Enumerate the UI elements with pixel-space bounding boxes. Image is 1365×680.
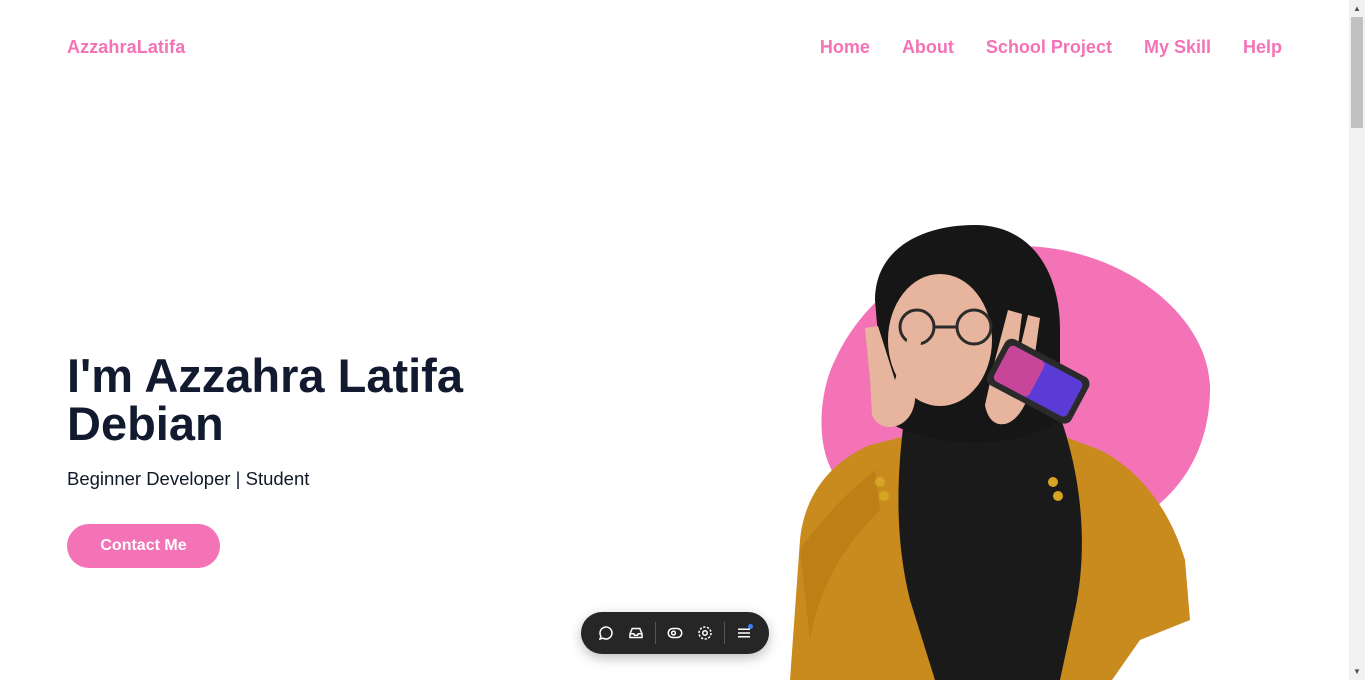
main-nav: Home About School Project My Skill Help <box>820 37 1282 58</box>
scroll-up-arrow-icon[interactable]: ▲ <box>1349 0 1365 17</box>
nav-school-project[interactable]: School Project <box>986 37 1112 58</box>
brand-logo[interactable]: AzzahraLatifa <box>67 37 185 58</box>
hero-portrait-image <box>790 225 1211 680</box>
vertical-scrollbar[interactable]: ▲ ▼ <box>1349 0 1365 680</box>
eye-icon[interactable] <box>660 617 690 649</box>
hero-title: I'm Azzahra Latifa Debian <box>67 349 463 450</box>
scroll-down-arrow-icon[interactable]: ▼ <box>1349 663 1365 680</box>
contact-me-button[interactable]: Contact Me <box>67 524 220 568</box>
toolbar-divider <box>724 622 725 644</box>
inbox-icon[interactable] <box>621 617 651 649</box>
comment-icon[interactable] <box>591 617 621 649</box>
nav-my-skill[interactable]: My Skill <box>1144 37 1211 58</box>
notification-dot <box>748 624 754 629</box>
scrollbar-thumb[interactable] <box>1351 17 1363 128</box>
nav-help[interactable]: Help <box>1243 37 1282 58</box>
view-settings-icon[interactable] <box>690 617 720 649</box>
toolbar-divider <box>655 622 656 644</box>
floating-toolbar <box>581 612 769 654</box>
page-viewport: AzzahraLatifa Home About School Project … <box>0 0 1349 680</box>
nav-home[interactable]: Home <box>820 37 870 58</box>
hero-subtitle: Beginner Developer | Student <box>67 468 310 489</box>
nav-about[interactable]: About <box>902 37 954 58</box>
menu-icon[interactable] <box>729 617 759 649</box>
